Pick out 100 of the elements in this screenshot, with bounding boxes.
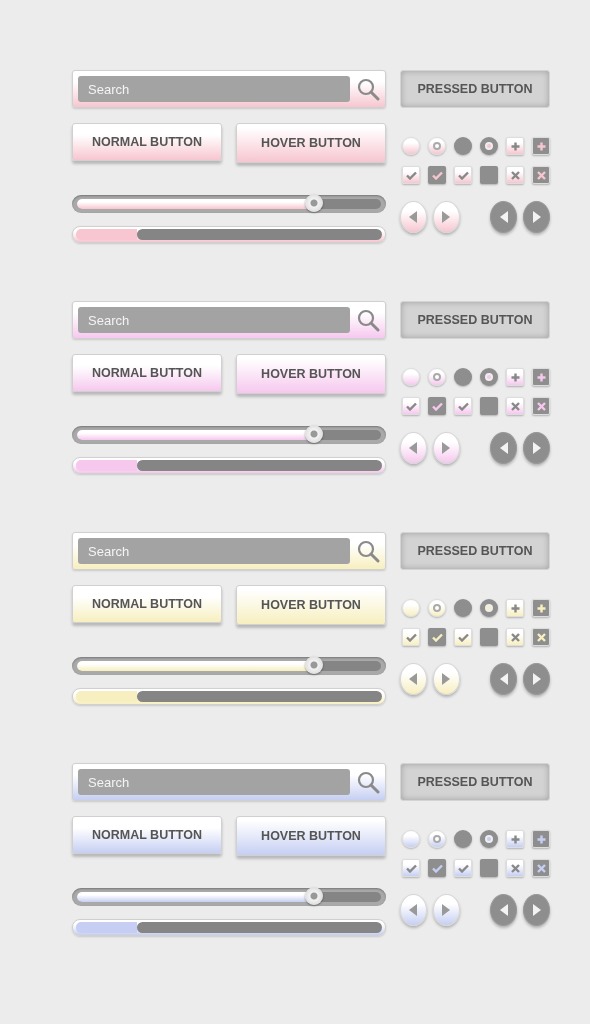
- slider-thumb[interactable]: [305, 425, 324, 443]
- radio-button[interactable]: [428, 830, 446, 848]
- radio-button[interactable]: [480, 599, 498, 617]
- left-triangle-icon: [498, 903, 509, 917]
- pressed-button[interactable]: PRESSED BUTTON: [400, 301, 550, 339]
- checkbox[interactable]: [402, 628, 420, 646]
- check-icon: [431, 170, 443, 180]
- close-button[interactable]: [532, 628, 550, 646]
- next-button[interactable]: [432, 894, 460, 926]
- right-triangle-icon: [441, 903, 452, 917]
- checkbox[interactable]: [402, 397, 420, 415]
- close-button[interactable]: [506, 397, 524, 415]
- normal-button[interactable]: NORMAL BUTTON: [72, 123, 222, 161]
- hover-button[interactable]: HOVER BUTTON: [236, 816, 386, 856]
- plus-button[interactable]: [532, 137, 550, 155]
- close-button[interactable]: [532, 397, 550, 415]
- plus-button[interactable]: [506, 368, 524, 386]
- radio-button[interactable]: [480, 137, 498, 155]
- check-icon: [431, 863, 443, 873]
- checkbox[interactable]: [428, 397, 446, 415]
- checkbox[interactable]: [454, 859, 472, 877]
- slider-track[interactable]: [72, 888, 386, 906]
- slider-track[interactable]: [72, 657, 386, 675]
- next-button[interactable]: [432, 663, 460, 695]
- next-button[interactable]: [523, 894, 550, 926]
- close-button[interactable]: [506, 859, 524, 877]
- radio-button[interactable]: [428, 368, 446, 386]
- left-triangle-icon: [498, 672, 509, 686]
- search-field[interactable]: Search: [72, 70, 386, 108]
- checkbox[interactable]: [480, 397, 498, 415]
- slider-thumb[interactable]: [305, 887, 324, 905]
- previous-button[interactable]: [490, 432, 518, 464]
- search-icon[interactable]: [356, 770, 380, 794]
- checkbox[interactable]: [480, 859, 498, 877]
- left-triangle-icon: [408, 441, 419, 455]
- normal-button[interactable]: NORMAL BUTTON: [72, 585, 222, 623]
- plus-button[interactable]: [506, 830, 524, 848]
- checkbox[interactable]: [454, 166, 472, 184]
- search-field[interactable]: Search: [72, 532, 386, 570]
- next-button[interactable]: [523, 663, 550, 695]
- checkbox[interactable]: [428, 166, 446, 184]
- close-button[interactable]: [532, 859, 550, 877]
- plus-button[interactable]: [532, 830, 550, 848]
- next-button[interactable]: [432, 432, 460, 464]
- plus-button[interactable]: [532, 599, 550, 617]
- normal-button[interactable]: NORMAL BUTTON: [72, 816, 222, 854]
- search-icon[interactable]: [356, 539, 380, 563]
- plus-button[interactable]: [506, 137, 524, 155]
- next-button[interactable]: [523, 201, 550, 233]
- search-icon[interactable]: [356, 308, 380, 332]
- radio-button[interactable]: [480, 368, 498, 386]
- checkbox[interactable]: [428, 859, 446, 877]
- checkbox[interactable]: [454, 628, 472, 646]
- checkbox[interactable]: [428, 628, 446, 646]
- previous-button[interactable]: [400, 432, 427, 464]
- checkbox[interactable]: [454, 397, 472, 415]
- checkbox[interactable]: [402, 166, 420, 184]
- previous-button[interactable]: [400, 894, 427, 926]
- next-button[interactable]: [432, 201, 460, 233]
- radio-button[interactable]: [480, 830, 498, 848]
- hover-button[interactable]: HOVER BUTTON: [236, 585, 386, 625]
- pressed-button[interactable]: PRESSED BUTTON: [400, 70, 550, 108]
- slider-track[interactable]: [72, 195, 386, 213]
- radio-button[interactable]: [454, 599, 472, 617]
- search-field[interactable]: Search: [72, 763, 386, 801]
- radio-button[interactable]: [402, 830, 420, 848]
- next-button[interactable]: [523, 432, 550, 464]
- normal-button[interactable]: NORMAL BUTTON: [72, 354, 222, 392]
- pressed-button[interactable]: PRESSED BUTTON: [400, 532, 550, 570]
- previous-button[interactable]: [490, 201, 518, 233]
- radio-button[interactable]: [402, 137, 420, 155]
- radio-button[interactable]: [428, 137, 446, 155]
- radio-button[interactable]: [402, 599, 420, 617]
- close-button[interactable]: [506, 166, 524, 184]
- plus-button[interactable]: [532, 368, 550, 386]
- plus-icon: [510, 141, 520, 151]
- slider-track[interactable]: [72, 426, 386, 444]
- left-triangle-icon: [498, 210, 509, 224]
- radio-button[interactable]: [454, 137, 472, 155]
- close-button[interactable]: [532, 166, 550, 184]
- search-icon[interactable]: [356, 77, 380, 101]
- previous-button[interactable]: [400, 663, 427, 695]
- previous-button[interactable]: [400, 201, 427, 233]
- pressed-button[interactable]: PRESSED BUTTON: [400, 763, 550, 801]
- slider-thumb[interactable]: [305, 656, 324, 674]
- radio-button[interactable]: [402, 368, 420, 386]
- plus-button[interactable]: [506, 599, 524, 617]
- radio-button[interactable]: [428, 599, 446, 617]
- slider-thumb[interactable]: [305, 194, 324, 212]
- previous-button[interactable]: [490, 663, 518, 695]
- search-field[interactable]: Search: [72, 301, 386, 339]
- radio-button[interactable]: [454, 368, 472, 386]
- hover-button[interactable]: HOVER BUTTON: [236, 123, 386, 163]
- radio-button[interactable]: [454, 830, 472, 848]
- checkbox[interactable]: [480, 628, 498, 646]
- checkbox[interactable]: [402, 859, 420, 877]
- checkbox[interactable]: [480, 166, 498, 184]
- previous-button[interactable]: [490, 894, 518, 926]
- close-button[interactable]: [506, 628, 524, 646]
- hover-button[interactable]: HOVER BUTTON: [236, 354, 386, 394]
